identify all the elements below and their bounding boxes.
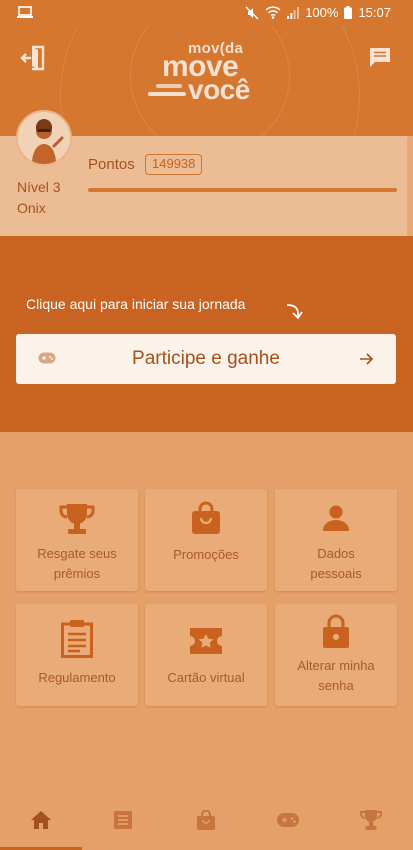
battery-icon bbox=[344, 6, 353, 19]
logo-word-voce: você bbox=[188, 74, 250, 105]
tile-personal-data[interactable]: Dados pessoais bbox=[275, 489, 397, 591]
person-icon bbox=[323, 505, 349, 531]
shopping-bag-icon bbox=[197, 810, 215, 830]
profile-card: Nível 3 Onix Pontos 149938 bbox=[0, 110, 413, 236]
tile-label: Resgate seus bbox=[37, 546, 117, 561]
clipboard-icon bbox=[61, 620, 93, 658]
tile-label: pessoais bbox=[310, 566, 362, 581]
nav-regulations[interactable] bbox=[82, 790, 164, 850]
level-label: Nível 3 bbox=[17, 179, 61, 195]
trophy-icon bbox=[360, 810, 382, 830]
user-level: Nível 3 Onix bbox=[17, 177, 61, 219]
tile-change-password[interactable]: Alterar minha senha bbox=[275, 604, 397, 706]
wifi-icon bbox=[265, 6, 281, 19]
tile-virtual-card[interactable]: Cartão virtual bbox=[145, 604, 267, 706]
nav-promotions[interactable] bbox=[165, 790, 247, 850]
status-bar: 100% 15:07 bbox=[0, 0, 413, 26]
ticket-star-icon bbox=[190, 628, 222, 654]
home-icon bbox=[31, 811, 51, 829]
trophy-icon bbox=[59, 504, 95, 534]
journey-banner: Clique aqui para iniciar sua jornada Par… bbox=[0, 236, 413, 432]
participate-button[interactable]: Participe e ganhe bbox=[16, 334, 396, 384]
tile-regulations[interactable]: Regulamento bbox=[16, 604, 138, 706]
tile-label: Cartão virtual bbox=[167, 670, 245, 685]
tile-label: Regulamento bbox=[38, 670, 116, 685]
points-label: Pontos bbox=[88, 156, 135, 173]
tile-promotions[interactable]: Promoções bbox=[145, 489, 267, 591]
tile-label: Alterar minha bbox=[297, 658, 375, 673]
padlock-icon bbox=[323, 614, 349, 648]
clock: 15:07 bbox=[358, 5, 391, 20]
logout-icon[interactable] bbox=[20, 44, 48, 72]
user-avatar-illustration bbox=[32, 119, 64, 164]
nav-prizes[interactable] bbox=[330, 790, 412, 850]
gamepad-icon bbox=[277, 813, 299, 827]
tile-label: senha bbox=[318, 678, 354, 693]
points-progress-bar bbox=[88, 188, 397, 192]
scrollbar[interactable] bbox=[407, 136, 413, 246]
tile-label: Promoções bbox=[173, 547, 239, 562]
signal-icon bbox=[287, 6, 300, 19]
tile-redeem-prizes[interactable]: Resgate seus prêmios bbox=[16, 489, 138, 591]
bottom-nav bbox=[0, 790, 413, 850]
gamepad-icon bbox=[38, 352, 56, 364]
points-badge: 149938 bbox=[145, 154, 203, 175]
battery-percent: 100% bbox=[305, 5, 339, 20]
chat-icon[interactable] bbox=[369, 46, 391, 68]
laptop-icon bbox=[17, 6, 33, 18]
arrow-right-icon bbox=[360, 353, 374, 365]
participate-button-label: Participe e ganhe bbox=[132, 348, 280, 369]
tier-label: Onix bbox=[17, 200, 46, 216]
tile-label: Dados bbox=[317, 546, 355, 561]
mute-icon bbox=[245, 5, 259, 20]
nav-home[interactable] bbox=[0, 790, 82, 850]
list-icon bbox=[114, 811, 132, 829]
curved-arrow-icon bbox=[286, 304, 303, 320]
tile-label: prêmios bbox=[53, 566, 101, 581]
avatar[interactable] bbox=[16, 110, 72, 166]
nav-game[interactable] bbox=[247, 790, 329, 850]
movida-move-voce-logo: mov(da move você bbox=[148, 40, 266, 105]
journey-hint-text: Clique aqui para iniciar sua jornada bbox=[26, 296, 246, 312]
shopping-bag-icon bbox=[192, 501, 220, 534]
